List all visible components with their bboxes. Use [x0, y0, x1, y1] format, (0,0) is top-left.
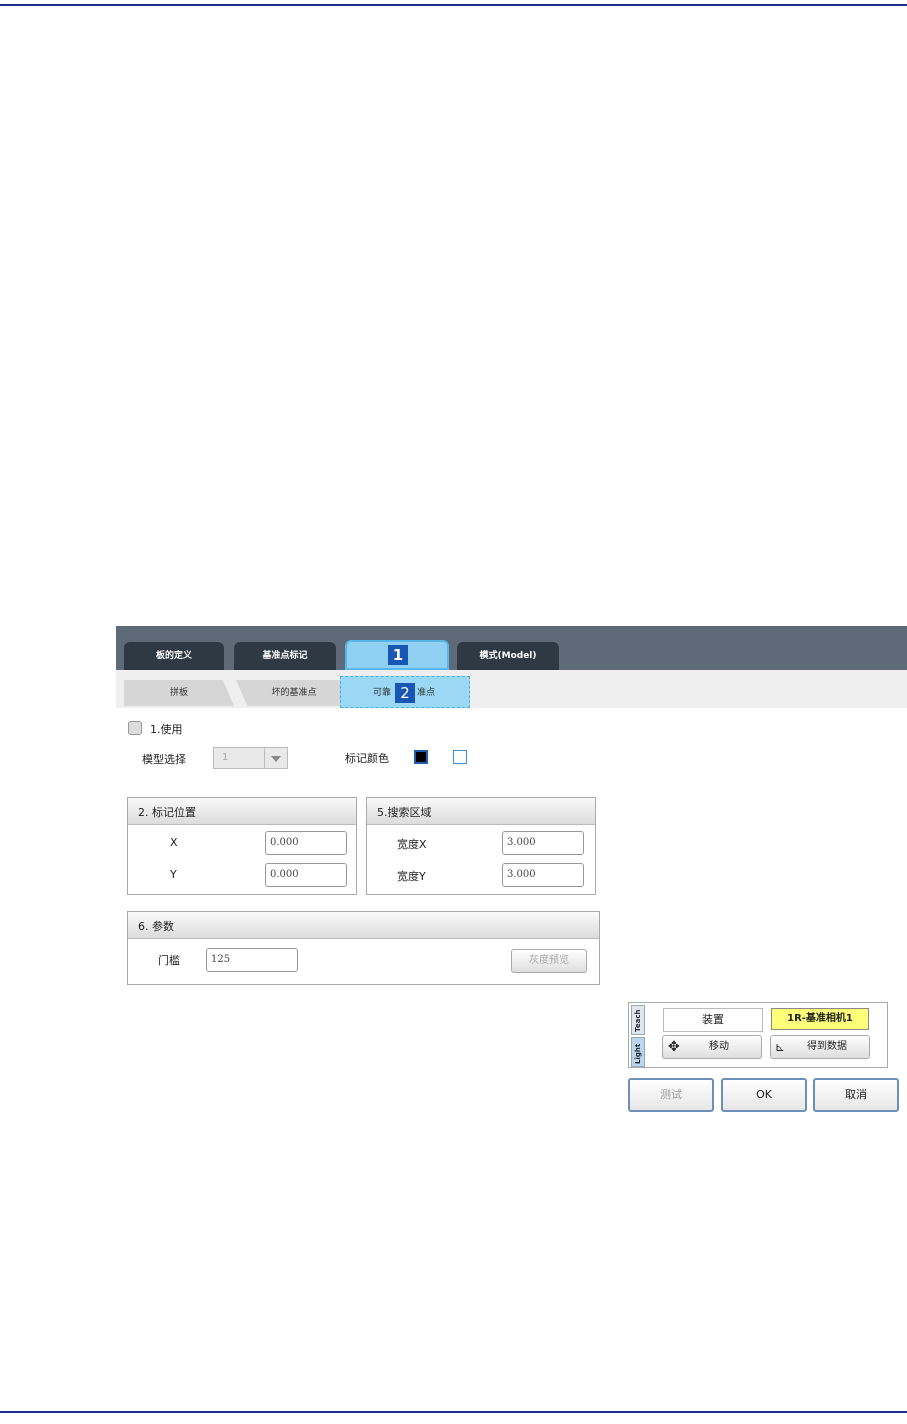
get-data-button[interactable]: ⊾ 得到数据 [770, 1035, 870, 1059]
width-y-label: 宽度Y [397, 870, 426, 883]
threshold-label: 门槛 [158, 954, 180, 967]
tab-active[interactable]: 1 [345, 640, 449, 670]
subtab-bad-fiducial[interactable]: 坏的基准点 [236, 680, 352, 706]
camera-select[interactable]: 1R-基准相机1 [771, 1008, 869, 1030]
callout-2: 2 [395, 683, 415, 703]
y-label: Y [170, 868, 177, 881]
model-select-value: 1 [222, 752, 229, 763]
teach-panel: Teach Light 装置 1R-基准相机1 ✥ 移动 ⊾ 得到数据 [628, 1002, 888, 1068]
color-swatch-black[interactable] [414, 750, 428, 764]
coordinate-axes-icon: ⊾ [775, 1040, 786, 1054]
main-tab-bar: 板的定义 基准点标记 1 模式(Model) [116, 626, 907, 670]
subtab-panel[interactable]: 拼板 [124, 680, 234, 706]
width-x-label: 宽度X [397, 838, 427, 851]
cancel-button[interactable]: 取消 [813, 1078, 899, 1112]
device-label: 装置 [663, 1008, 763, 1032]
model-select[interactable]: 1 [213, 747, 288, 769]
panel-header: 5.搜索区域 [367, 798, 595, 825]
move-button[interactable]: ✥ 移动 [662, 1035, 762, 1059]
y-input[interactable]: 0.000 [265, 863, 347, 887]
grayscale-preview-button[interactable]: 灰度预览 [511, 949, 587, 973]
subtab-label-a: 可靠 [373, 688, 392, 698]
panel-header: 6. 参数 [128, 912, 599, 939]
panel-header: 2. 标记位置 [128, 798, 356, 825]
tab-board-definition[interactable]: 板的定义 [124, 642, 224, 670]
ok-button[interactable]: OK [721, 1078, 807, 1112]
threshold-input[interactable]: 125 [206, 948, 298, 972]
search-area-title: 5.搜索区域 [377, 806, 432, 819]
use-checkbox-label: 1.使用 [150, 723, 183, 736]
move-arrows-icon: ✥ [668, 1039, 680, 1055]
sub-tab-bar: 拼板 坏的基准点 可靠 2 准点 [116, 670, 907, 708]
params-panel: 6. 参数 门槛 125 灰度预览 [127, 911, 600, 985]
color-swatch-white[interactable] [453, 750, 467, 764]
move-button-label: 移动 [709, 1041, 729, 1052]
params-title: 6. 参数 [138, 920, 174, 933]
tab-teach[interactable]: Teach [631, 1005, 645, 1035]
callout-1: 1 [388, 645, 408, 665]
tab-fiducial-mark[interactable]: 基准点标记 [234, 642, 336, 670]
tab-model[interactable]: 模式(Model) [457, 642, 559, 670]
chevron-down-icon[interactable] [264, 748, 287, 768]
mark-position-title: 2. 标记位置 [138, 806, 196, 819]
tab-light[interactable]: Light [631, 1037, 645, 1067]
tab-teach-label: Teach [634, 1009, 642, 1032]
footer-rule [0, 1411, 907, 1413]
width-y-input[interactable]: 3.000 [502, 863, 584, 887]
subtab-reliable-fiducial[interactable]: 可靠 2 准点 [340, 676, 470, 708]
width-x-input[interactable]: 3.000 [502, 831, 584, 855]
model-select-label: 模型选择 [142, 753, 186, 766]
x-input[interactable]: 0.000 [265, 831, 347, 855]
subtab-label-b: 准点 [417, 688, 436, 698]
mark-color-label: 标记颜色 [345, 752, 389, 765]
get-data-button-label: 得到数据 [807, 1041, 847, 1052]
test-button[interactable]: 测试 [628, 1078, 714, 1112]
header-rule [0, 4, 907, 6]
tab-light-label: Light [634, 1043, 642, 1064]
x-label: X [170, 836, 178, 849]
mark-position-panel: 2. 标记位置 X 0.000 Y 0.000 [127, 797, 357, 895]
dialog-screenshot: 板的定义 基准点标记 1 模式(Model) 拼板 坏的基准点 可靠 2 准点 … [116, 626, 907, 1122]
use-checkbox[interactable] [128, 721, 142, 735]
search-area-panel: 5.搜索区域 宽度X 3.000 宽度Y 3.000 [366, 797, 596, 895]
